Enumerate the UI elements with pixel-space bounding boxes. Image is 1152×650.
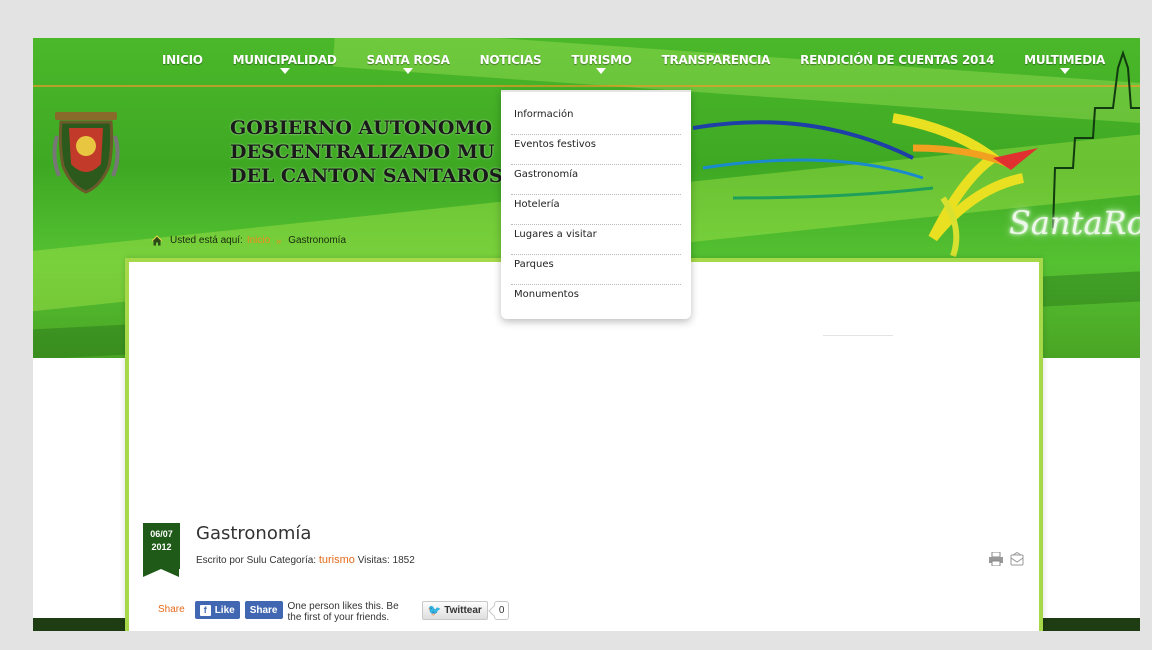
print-icon[interactable] [988, 552, 1004, 566]
footer-strip [1039, 618, 1140, 631]
top-navigation: INICIO MUNICIPALIDAD SANTA ROSA NOTICIAS… [33, 38, 1140, 84]
article-title: Gastronomía [196, 523, 312, 544]
breadcrumb-current: Gastronomía [288, 235, 347, 246]
nav-item-inicio[interactable]: INICIO [162, 38, 203, 67]
nav-item-turismo[interactable]: TURISMO [571, 38, 632, 74]
home-icon[interactable] [151, 235, 163, 246]
chevron-down-icon [279, 68, 290, 74]
share-label: Share [158, 604, 185, 615]
breadcrumb-separator: » [276, 235, 282, 246]
article-meta: Escrito por Sulu Categoría: turismo Visi… [196, 554, 415, 566]
facebook-like-text: One person likes this. Be the first of y… [287, 601, 399, 623]
date-year: 2012 [151, 542, 172, 552]
meta-prefix: Escrito por Sulu Categoría: [196, 555, 317, 566]
twitter-tweet-button[interactable]: 🐦 Twittear [421, 601, 488, 620]
dropdown-item-hoteleria[interactable]: Hotelería [511, 195, 681, 225]
facebook-like-button[interactable]: f Like [194, 601, 240, 619]
chevron-down-icon [596, 68, 607, 74]
email-icon[interactable] [1010, 552, 1024, 566]
footer-strip [33, 618, 128, 631]
date-day: 06/07 [150, 529, 173, 539]
facebook-share-button[interactable]: Share [244, 601, 283, 619]
share-bar: Share f Like Share One person likes this.… [158, 601, 510, 623]
visits-count: Visitas: 1852 [357, 555, 415, 566]
divider [823, 335, 893, 336]
breadcrumb-home-link[interactable]: Inicio [247, 235, 270, 246]
dropdown-item-monumentos[interactable]: Monumentos [511, 285, 681, 315]
chevron-down-icon [403, 68, 414, 74]
dropdown-item-gastronomia[interactable]: Gastronomía [511, 165, 681, 195]
twitter-bird-icon: 🐦 [427, 605, 442, 617]
dropdown-item-lugares-a-visitar[interactable]: Lugares a visitar [511, 225, 681, 255]
breadcrumb-prefix: Usted está aquí: [170, 235, 243, 246]
nav-item-santa-rosa[interactable]: SANTA ROSA [367, 38, 450, 74]
dropdown-item-parques[interactable]: Parques [511, 255, 681, 285]
nav-item-transparencia[interactable]: TRANSPARENCIA [662, 38, 771, 67]
santa-rosa-script: SantaRosa [1009, 204, 1140, 242]
nav-item-noticias[interactable]: NOTICIAS [480, 38, 542, 67]
turismo-dropdown-menu: Información Eventos festivos Gastronomía… [501, 90, 691, 319]
header-title: GOBIERNO AUTONOMO DESCENTRALIZADO MU DEL… [230, 117, 503, 187]
municipal-crest-logo[interactable] [51, 106, 121, 196]
facebook-icon: f [199, 604, 211, 616]
dropdown-item-informacion[interactable]: Información [511, 105, 681, 135]
nav-item-rendicion-de-cuentas[interactable]: RENDICIÓN DE CUENTAS 2014 [800, 38, 994, 67]
dropdown-item-eventos-festivos[interactable]: Eventos festivos [511, 135, 681, 165]
category-link[interactable]: turismo [319, 554, 355, 566]
nav-item-municipalidad[interactable]: MUNICIPALIDAD [233, 38, 337, 74]
browser-viewport: INICIO MUNICIPALIDAD SANTA ROSA NOTICIAS… [33, 38, 1140, 631]
breadcrumb: Usted está aquí: Inicio » Gastronomía [151, 235, 346, 246]
bird-graphic [693, 113, 1038, 258]
date-badge: 06/07 2012 [143, 523, 180, 577]
tweet-count: 0 [493, 601, 510, 620]
